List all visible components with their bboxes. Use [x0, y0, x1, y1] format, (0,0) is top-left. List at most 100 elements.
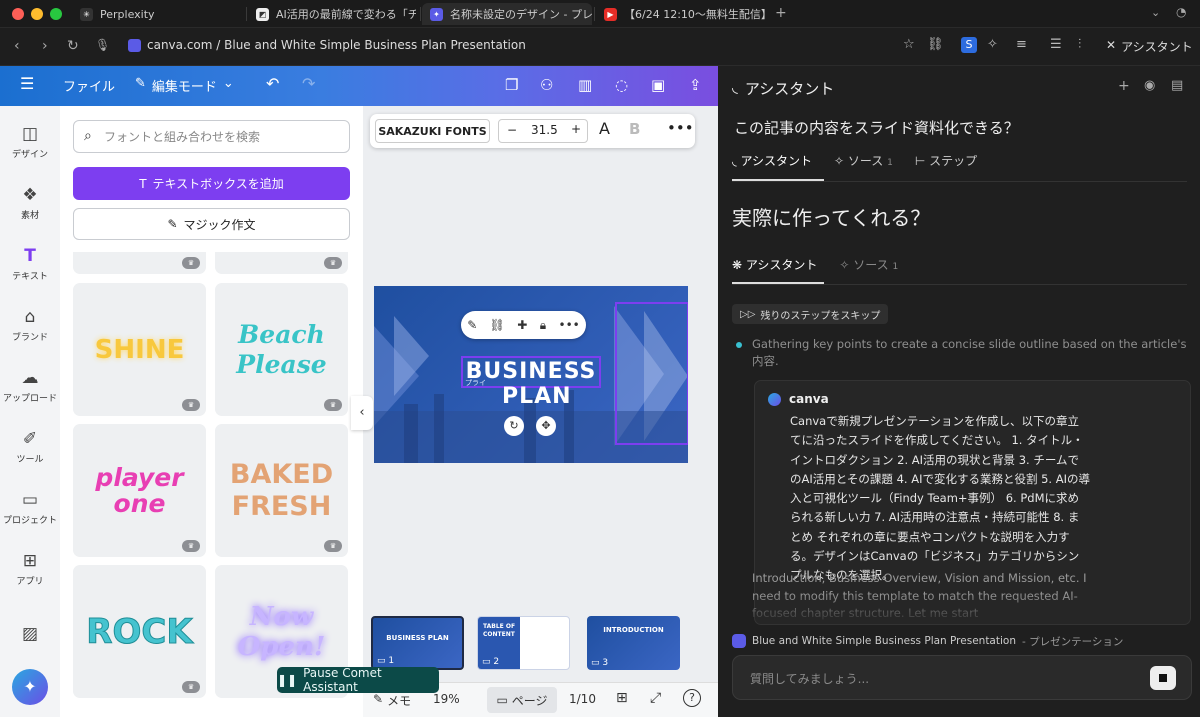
fullscreen-icon[interactable]: ⤢ — [650, 690, 661, 706]
more-options-icon[interactable]: ••• — [559, 318, 580, 332]
magic-edit-icon[interactable]: ✎ — [467, 318, 477, 332]
extensions-puzzle-icon[interactable]: ✧ — [987, 37, 998, 52]
page-thumbnail-2[interactable]: TABLE OF CONTENT ▭ 2 — [477, 616, 570, 670]
tab-assistant[interactable]: ❋ アシスタント — [732, 256, 817, 273]
rail-brand[interactable]: ⌂ ブランド — [0, 307, 60, 343]
upload-share-icon[interactable]: ⇪ — [689, 76, 702, 94]
stop-button[interactable] — [1150, 666, 1176, 690]
collapse-panel-button[interactable]: ‹ — [351, 396, 373, 430]
move-handle-icon[interactable]: ✥ — [536, 416, 556, 436]
add-textbox-button[interactable]: T テキストボックスを追加 — [73, 167, 350, 200]
maximize-window-button[interactable] — [50, 8, 62, 20]
magic-assistant-button[interactable]: ✦ — [12, 669, 48, 705]
rail-image-tool[interactable]: ▨ — [0, 624, 60, 647]
page-thumbnail-3[interactable]: INTRODUCTION ▭ 3 — [587, 616, 680, 670]
edit-mode-dropdown[interactable]: ✎ 編集モード ⌄ — [135, 76, 234, 95]
rotate-handle-icon[interactable]: ↻ — [504, 416, 524, 436]
page-thumbnail-1[interactable]: BUSINESS PLAN ▭ 1 — [371, 616, 464, 670]
slide-subtitle[interactable]: プライ — [465, 378, 486, 388]
font-combo-card[interactable]: Beach Please ♛ — [215, 283, 348, 416]
notes-button[interactable]: ✎ メモ — [373, 692, 411, 709]
font-combo-card[interactable]: player one ♛ — [73, 424, 206, 557]
tab-youtube[interactable]: ▶ 【6/24 12:10〜無料生配信】フ ✕ — [596, 3, 766, 25]
extension-s-icon[interactable]: S — [961, 37, 977, 53]
reload-icon[interactable]: ↻ — [67, 38, 79, 54]
decrease-size-button[interactable]: − — [507, 123, 517, 137]
url-field[interactable]: canva.com / Blue and White Simple Busine… — [128, 38, 526, 52]
link-icon[interactable]: ⛓ — [927, 37, 944, 52]
skip-steps-button[interactable]: ▷▷ 残りのステップをスキップ — [732, 304, 889, 324]
share-people-icon[interactable]: ⚇ — [540, 76, 553, 94]
bookmark-star-icon[interactable]: ☆ — [903, 37, 915, 52]
comment-icon[interactable]: ◌ — [615, 76, 628, 94]
copy-design-icon[interactable]: ❐ — [505, 76, 518, 94]
context-suffix: - プレゼンテーション — [1021, 635, 1124, 648]
lock-icon[interactable]: 🔒︎ — [540, 318, 546, 333]
back-icon[interactable]: ‹ — [14, 38, 20, 54]
rail-elements[interactable]: ❖ 素材 — [0, 185, 60, 221]
font-family-selector[interactable]: SAKAZUKI FONTS — [375, 119, 490, 143]
grid-view-icon[interactable]: ⊞ — [616, 690, 628, 706]
reading-list-icon[interactable]: ≡ — [1016, 37, 1027, 52]
add-comment-icon[interactable]: ✚ — [517, 318, 527, 332]
tab-assistant[interactable]: ◟ アシスタント — [732, 152, 812, 169]
magic-write-button[interactable]: ✎ マジック作文 — [73, 208, 350, 240]
new-thread-icon[interactable]: + — [1118, 78, 1130, 94]
rail-tools[interactable]: ✐ ツール — [0, 429, 60, 465]
font-combo-card[interactable]: SHINE ♛ — [73, 283, 206, 416]
tab-canva[interactable]: ✦ 名称未設定のデザイン - プレゼ — [422, 3, 592, 25]
font-combo-card[interactable]: BAKED FRESH ♛ — [215, 424, 348, 557]
hamburger-menu-icon[interactable]: ☰ — [20, 74, 34, 93]
audio-wave-icon[interactable]: ⫶ — [1078, 37, 1081, 52]
rail-upload[interactable]: ☁ アップロード — [0, 368, 60, 404]
minimize-window-button[interactable] — [31, 8, 43, 20]
pause-comet-button[interactable]: ❚❚ Pause Comet Assistant — [277, 666, 439, 694]
history-icon[interactable]: ▤ — [1171, 78, 1183, 93]
more-options-icon[interactable]: ••• — [667, 119, 694, 137]
page-counter[interactable]: 1/10 — [569, 692, 596, 706]
canva-header: ☰ ファイル ✎ 編集モード ⌄ ↶ ↷ ❐ ⚇ ▥ ◌ ▣ ⇪ — [0, 66, 718, 106]
increase-size-button[interactable]: + — [571, 122, 581, 136]
rail-apps[interactable]: ⊞ アプリ — [0, 551, 60, 587]
redo-icon[interactable]: ↷ — [302, 74, 315, 93]
pages-view-button[interactable]: ▭ ページ — [487, 687, 557, 713]
step-status-dot — [736, 342, 742, 348]
font-combo-card[interactable]: ♛ — [215, 252, 348, 274]
slide-canvas[interactable]: ✎ ⛓ ✚ 🔒︎ ••• BUSINESS プライ PLAN ↻ ✥ — [374, 286, 688, 463]
font-combo-card[interactable]: ROCK ♛ — [73, 565, 206, 698]
tab-sources[interactable]: ✧ ソース 1 — [834, 152, 893, 169]
context-chip[interactable]: Blue and White Simple Business Plan Pres… — [732, 629, 1192, 653]
microphone-icon[interactable]: 🎙 — [95, 38, 110, 52]
ask-input[interactable]: 質問してみましょう... — [732, 655, 1192, 700]
insights-chart-icon[interactable]: ▥ — [578, 76, 592, 94]
broadcast-icon[interactable]: ◉ — [1144, 78, 1155, 93]
tab-article[interactable]: ◩ AI活用の最前線で変わる「チー — [248, 3, 416, 25]
tab-list-chevron-icon[interactable]: ⌄ — [1151, 6, 1160, 19]
tab-perplexity[interactable]: ✳ Perplexity — [72, 3, 242, 25]
zoom-level[interactable]: 19% — [433, 692, 460, 706]
file-menu[interactable]: ファイル — [63, 76, 115, 95]
undo-icon[interactable]: ↶ — [266, 74, 279, 93]
rail-projects[interactable]: ▭ プロジェクト — [0, 490, 60, 526]
selected-element-frame[interactable] — [615, 302, 688, 445]
help-button[interactable]: ? — [683, 689, 701, 707]
font-combo-card[interactable]: ♛ — [73, 252, 206, 274]
user-avatar-icon[interactable]: ◔ — [1176, 5, 1186, 19]
tab-sources[interactable]: ✧ ソース 1 — [839, 256, 898, 273]
present-icon[interactable]: ▣ — [651, 76, 665, 94]
bold-icon[interactable]: B — [629, 120, 640, 138]
close-assistant-button[interactable]: ✕ アシスタント — [1106, 38, 1193, 55]
font-size-value[interactable]: 31.5 — [531, 123, 558, 137]
rail-text[interactable]: T テキスト — [0, 246, 60, 282]
menu-icon[interactable]: ☰ — [1050, 37, 1062, 52]
link-icon[interactable]: ⛓ — [490, 318, 505, 332]
new-tab-button[interactable]: + — [775, 5, 787, 21]
rail-design[interactable]: ◫ デザイン — [0, 124, 60, 160]
close-window-button[interactable] — [12, 8, 24, 20]
font-search-input[interactable]: ⌕ フォントと組み合わせを検索 — [73, 120, 350, 153]
tab-steps[interactable]: ⊢ ステップ — [915, 152, 977, 169]
text-color-icon[interactable]: A — [599, 119, 610, 138]
combo-preview-text: Beach Please — [236, 319, 327, 379]
slide-title-line2[interactable]: PLAN — [502, 384, 572, 409]
forward-icon[interactable]: › — [42, 38, 48, 54]
